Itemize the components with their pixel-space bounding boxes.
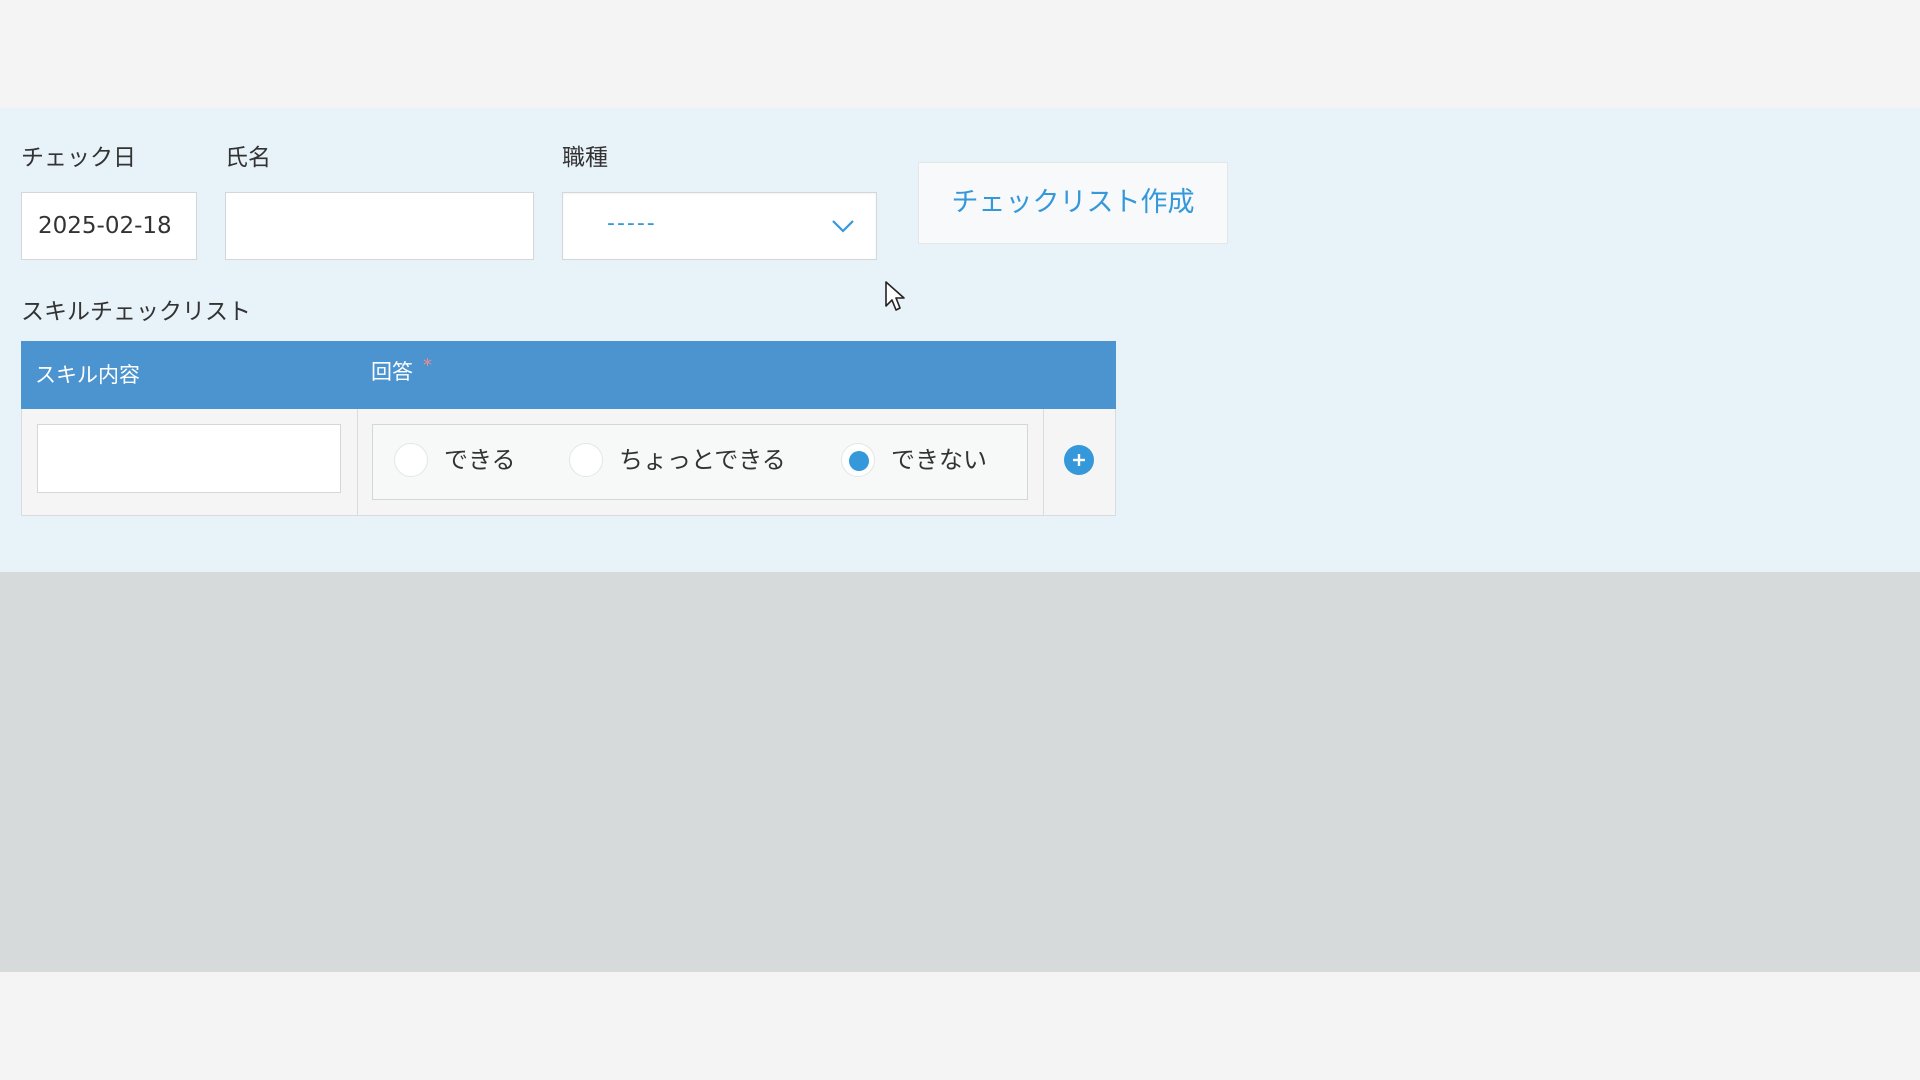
cell-divider — [357, 409, 358, 515]
radio-label-somewhat[interactable]: ちょっとできる — [619, 445, 786, 475]
cell-divider — [1043, 409, 1044, 515]
name-input[interactable] — [225, 192, 534, 260]
radio-cannot[interactable] — [841, 443, 875, 477]
check-date-input[interactable]: 2025-02-18 — [21, 192, 197, 260]
radio-label-cannot[interactable]: できない — [891, 445, 987, 475]
radio-can[interactable] — [394, 443, 428, 477]
check-date-label: チェック日 — [21, 145, 136, 171]
checklist-title: スキルチェックリスト — [21, 299, 251, 325]
gray-area — [0, 572, 1920, 972]
radio-somewhat[interactable] — [569, 443, 603, 477]
column-header-skill: スキル内容 — [35, 363, 140, 387]
top-band — [0, 0, 1920, 108]
required-mark: * — [423, 355, 432, 376]
table-header — [21, 341, 1116, 409]
job-select-value: ----- — [607, 211, 657, 236]
bottom-band — [0, 972, 1920, 1080]
job-label: 職種 — [562, 145, 608, 171]
mouse-pointer-icon — [885, 281, 905, 311]
job-select[interactable]: ----- — [562, 192, 877, 260]
radio-label-can[interactable]: できる — [444, 445, 516, 475]
create-checklist-button[interactable]: チェックリスト作成 — [918, 162, 1228, 244]
column-header-answer: 回答 — [371, 360, 413, 384]
chevron-down-icon — [832, 220, 854, 233]
skill-input[interactable] — [37, 424, 341, 493]
add-row-button[interactable] — [1064, 445, 1094, 475]
name-label: 氏名 — [225, 145, 271, 171]
plus-icon — [1073, 454, 1085, 466]
